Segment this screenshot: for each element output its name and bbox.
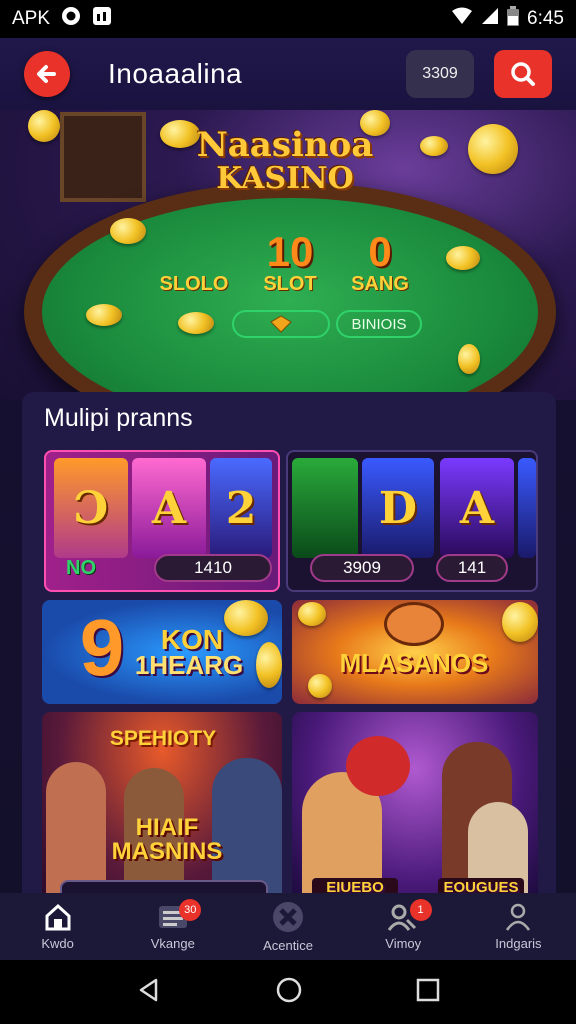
nav-item-list[interactable]: 30 Vkange	[115, 893, 230, 960]
slot-reel	[292, 458, 358, 558]
back-arrow-icon	[37, 65, 56, 83]
nav-item-label: Indgaris	[495, 936, 542, 951]
hero-chip-big: 10	[266, 228, 314, 275]
wifi-icon	[451, 7, 473, 31]
hero-bonus-pill[interactable]: BINIOIS	[336, 310, 422, 338]
gold-coin-icon	[446, 246, 480, 270]
app-screen: APK 6:45 Inoaaalina 3309 Naasinoa KASINO…	[0, 0, 576, 1024]
slot-game-tile[interactable]: D A 3909 141	[286, 450, 538, 592]
status-time: 6:45	[527, 8, 564, 29]
battery-icon	[507, 6, 520, 32]
wall-picture-frame	[60, 112, 146, 202]
hero-chip-slot[interactable]: 10 SLOT	[248, 228, 332, 296]
poster-top-title: SPEHIOTY	[109, 727, 217, 750]
slot-reel	[518, 458, 536, 558]
system-navigation-bar	[0, 960, 576, 1024]
hero-chip-big: 0	[368, 228, 392, 275]
square-recents-icon	[416, 978, 439, 1001]
game-poster-tile[interactable]: EIUEBO EOUGUES	[292, 712, 538, 902]
system-back-button[interactable]	[136, 977, 162, 1008]
gold-coin-icon	[420, 136, 448, 156]
slot-reel: A	[440, 458, 514, 558]
slot-reel: A	[132, 458, 206, 558]
mascot-icon	[384, 602, 444, 646]
bottom-navigation: Kwdo 30 Vkange Acentice 1 Vimoy Indgaris	[0, 893, 576, 960]
nav-item-label: Acentice	[263, 938, 313, 953]
hero-title-line1: Naasinoa	[196, 125, 374, 165]
hero-chip-label: SLOLO	[159, 273, 229, 295]
nav-item-label: Vkange	[150, 936, 195, 951]
casino-chip-icon	[273, 902, 303, 932]
app-bar: Inoaaalina 3309	[0, 38, 576, 110]
hero-gem-pill[interactable]	[232, 310, 330, 338]
hero-title-line2: KASINO	[216, 161, 354, 196]
gold-coin-icon	[110, 218, 146, 244]
slot-readout: 3909	[310, 554, 414, 582]
hero-banner[interactable]: Naasinoa KASINO SLOLO 10 SLOT 0 SANG BIN…	[0, 110, 576, 400]
gold-coin-icon	[86, 304, 122, 326]
signal-icon	[481, 7, 499, 31]
hero-chip-sang[interactable]: 0 SANG	[338, 228, 422, 296]
notification-badge: 1	[409, 899, 432, 921]
nav-item-label: Kwdo	[41, 936, 74, 951]
profile-icon	[506, 903, 531, 931]
banner-line2: 1HEARG	[134, 650, 244, 680]
gem-icon	[270, 315, 292, 333]
search-icon	[511, 62, 535, 86]
character-figure	[346, 736, 410, 796]
nav-item-vimoy[interactable]: 1 Vimoy	[346, 893, 461, 960]
promo-banner-tile[interactable]: 9 KON 1HEARG	[42, 600, 282, 704]
nav-item-home[interactable]: Kwdo	[0, 893, 115, 960]
promo-banner-tile[interactable]: MLASANOS	[292, 600, 538, 704]
gold-coin-icon	[468, 124, 518, 174]
back-button[interactable]	[24, 51, 70, 97]
home-icon	[45, 903, 71, 931]
gold-coin-icon	[458, 344, 480, 374]
gold-coin-icon	[308, 674, 332, 698]
nav-item-profile[interactable]: Indgaris	[461, 893, 576, 960]
section-title: Mulipi pranns	[44, 404, 193, 432]
hero-title: Naasinoa KASINO	[180, 128, 390, 194]
game-poster-tile[interactable]: SPEHIOTY HIAIF MASNINS	[42, 712, 282, 902]
slot-badge: NO	[66, 557, 96, 579]
slot-reel: 2	[210, 458, 272, 558]
search-button[interactable]	[494, 50, 552, 98]
banner-title: MLASANOS	[339, 648, 489, 678]
poster-line2: MASNINS	[111, 838, 223, 865]
gold-coin-icon	[28, 110, 60, 142]
gold-coin-icon	[502, 602, 538, 642]
nav-item-label: Vimoy	[385, 936, 422, 951]
hero-chip-label: SANG	[351, 273, 409, 295]
hero-chip-label: SLOT	[263, 273, 317, 295]
slot-readout: 141	[436, 554, 508, 582]
gold-coin-icon	[256, 642, 282, 688]
poster-line1: HIAIF	[135, 814, 199, 841]
system-recents-button[interactable]	[416, 978, 440, 1007]
system-home-button[interactable]	[275, 976, 303, 1009]
gold-coin-icon	[298, 602, 326, 626]
nav-item-casino[interactable]: Acentice	[230, 893, 345, 960]
status-bar: APK 6:45	[0, 0, 576, 38]
status-carrier-label: APK	[12, 8, 51, 29]
triangle-back-icon	[140, 978, 158, 1001]
slot-game-tile[interactable]: Ɔ A 2 NO 1410	[44, 450, 280, 592]
notification-badge: 30	[179, 899, 202, 921]
balance-pill[interactable]: 3309	[406, 50, 474, 98]
app-notification-icon	[92, 6, 112, 32]
notification-icon	[60, 5, 82, 33]
gold-coin-icon	[178, 312, 214, 334]
circle-home-icon	[276, 977, 302, 1002]
hero-chip-slolo[interactable]: SLOLO	[152, 236, 236, 296]
slot-reel: Ɔ	[54, 458, 128, 558]
page-title: Inoaaalina	[108, 58, 243, 89]
slot-reel: D	[362, 458, 434, 558]
slot-readout: 1410	[154, 554, 272, 582]
